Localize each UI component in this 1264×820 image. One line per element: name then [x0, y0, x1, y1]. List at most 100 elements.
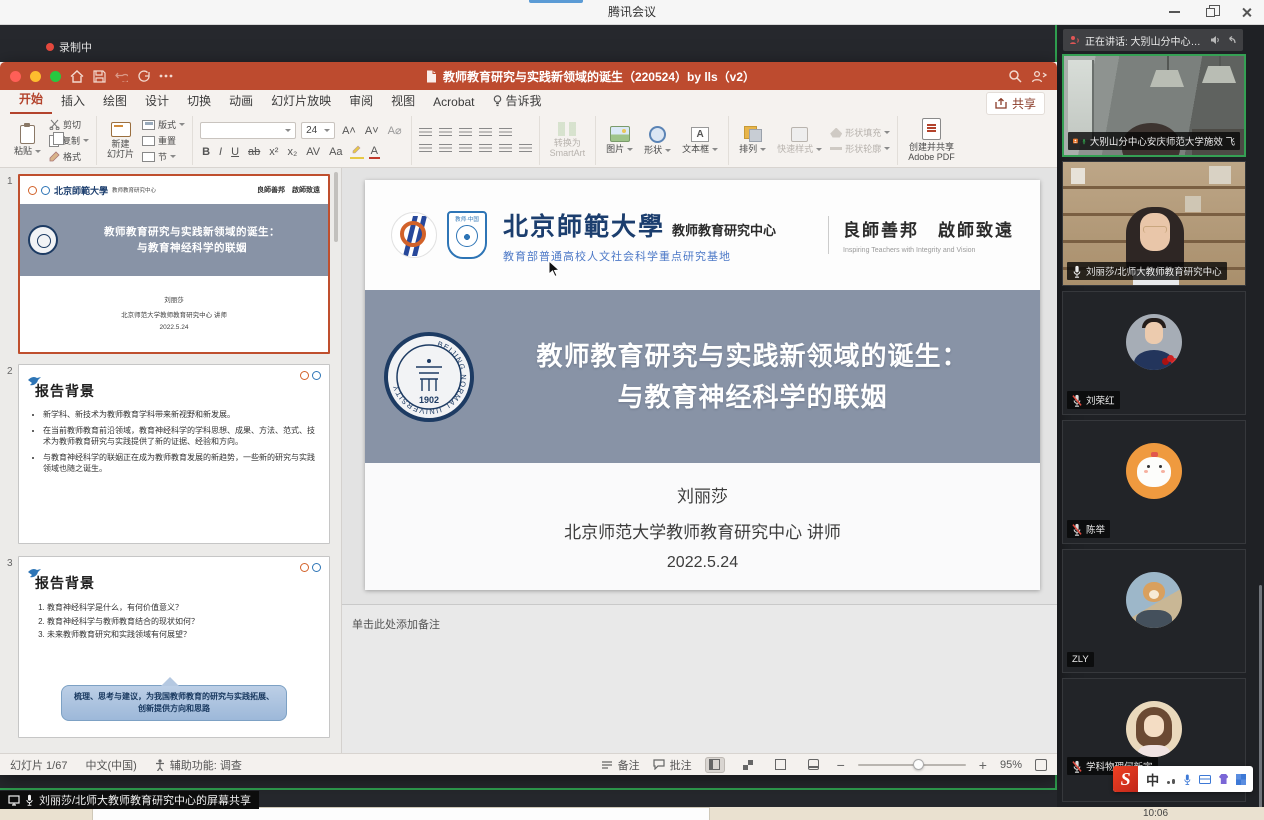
thumbnail-scrollbar[interactable] [334, 172, 338, 242]
font-color-button[interactable]: A [369, 145, 380, 159]
video-tile-participant-1[interactable]: 大别山分中心安庆师范大学施效 飞 [1062, 54, 1246, 157]
tab-transitions[interactable]: 切换 [178, 89, 220, 114]
tab-draw[interactable]: 绘图 [94, 89, 136, 114]
justify-icon[interactable] [479, 144, 492, 154]
ime-punctuation-icon[interactable] [1167, 774, 1175, 784]
ime-mode-toggle[interactable]: 中 [1146, 770, 1159, 789]
fit-slide-button[interactable] [1035, 759, 1047, 771]
search-icon[interactable] [1008, 69, 1022, 83]
char-spacing-button[interactable]: AV [304, 146, 322, 158]
share-button[interactable]: 共享 [986, 92, 1045, 115]
ime-toolbar[interactable]: S 中 [1113, 766, 1253, 792]
create-pdf-button[interactable]: 创建并共享Adobe PDF [905, 118, 958, 163]
underline-button[interactable]: U [229, 146, 241, 158]
thumbnail-slide-3[interactable]: 报告背景 教育神经科学是什么，有何价值意义？ 教育神经科学与教师教育结合的现状如… [18, 556, 330, 738]
tab-design[interactable]: 设计 [136, 89, 178, 114]
language-indicator[interactable]: 中文(中国) [85, 757, 136, 773]
video-tile-participant-2[interactable]: 刘丽莎/北师大教师教育研究中心 [1062, 161, 1246, 286]
normal-view-button[interactable] [705, 757, 725, 773]
align-right-icon[interactable] [459, 144, 472, 154]
undo-icon[interactable] [115, 70, 128, 82]
home-icon[interactable] [70, 70, 84, 83]
shape-fill-button[interactable]: 形状填充 [830, 126, 890, 139]
skin-icon[interactable] [1219, 774, 1229, 784]
layout-button[interactable]: 版式 [142, 118, 185, 131]
line-spacing-icon[interactable] [499, 128, 512, 138]
slide-sorter-view-button[interactable] [738, 757, 758, 773]
sidebar-scrollbar[interactable] [1259, 585, 1262, 820]
section-button[interactable]: 节 [142, 150, 185, 163]
volume-icon[interactable] [1210, 35, 1221, 45]
text-direction-icon[interactable] [519, 144, 532, 154]
convert-smartart-button[interactable]: 转换为SmartArt [547, 122, 589, 159]
picture-button[interactable]: 图片 [603, 126, 636, 155]
zoom-out-button[interactable]: − [837, 758, 845, 772]
zoom-level[interactable]: 95% [1000, 759, 1022, 771]
mac-close-icon[interactable] [10, 71, 21, 82]
restore-icon[interactable] [1206, 8, 1215, 17]
video-tile-participant-5[interactable]: ZLY [1062, 549, 1246, 673]
thumbnail-slide-1[interactable]: 北京師範大學 教师教育研究中心 良師善邦 啟師致遠 教师教育研究与实践新领域的诞… [18, 174, 330, 354]
save-icon[interactable] [93, 70, 106, 83]
comments-toggle[interactable]: 批注 [653, 757, 692, 773]
tab-slideshow[interactable]: 幻灯片放映 [262, 89, 340, 114]
align-left-icon[interactable] [419, 144, 432, 154]
strikethrough-button[interactable]: ab [246, 146, 262, 158]
accessibility-status[interactable]: 辅助功能: 调查 [155, 757, 242, 773]
cut-button[interactable]: 剪切 [49, 118, 89, 131]
italic-button[interactable]: I [217, 146, 224, 158]
mac-minimize-icon[interactable] [30, 71, 41, 82]
copy-button[interactable]: 复制 [49, 134, 89, 147]
share-user-icon[interactable] [1031, 70, 1047, 83]
font-name-select[interactable] [200, 122, 296, 139]
columns-icon[interactable] [499, 144, 512, 154]
grow-font-button[interactable]: A˄ [340, 125, 358, 137]
video-tile-participant-3[interactable]: 刘荣红 [1062, 291, 1246, 415]
collapse-arrow-icon[interactable] [1226, 35, 1237, 45]
change-case-button[interactable]: Aa [327, 146, 344, 158]
tab-animations[interactable]: 动画 [220, 89, 262, 114]
notes-toggle[interactable]: 备注 [601, 757, 640, 773]
minimize-icon[interactable] [1169, 11, 1180, 13]
ppt-titlebar[interactable]: 教师教育研究与实践新领域的诞生（220524）by lls（v2） [0, 62, 1057, 90]
voice-input-icon[interactable] [1183, 773, 1192, 786]
notes-placeholder[interactable]: 单击此处添加备注 [352, 616, 440, 632]
slide-canvas[interactable]: 教师·中国 北京師範大學 教师教育研究中心 教育部普通高校人文社会科学重点研究基… [365, 180, 1040, 590]
arrange-button[interactable]: 排列 [736, 126, 769, 155]
zoom-slider[interactable] [858, 764, 966, 766]
tell-me-button[interactable]: 告诉我 [484, 89, 551, 114]
quick-styles-button[interactable]: 快速样式 [774, 127, 825, 155]
new-slide-button[interactable]: 新建幻灯片 [104, 122, 137, 160]
shapes-button[interactable]: 形状 [641, 126, 674, 156]
soft-keyboard-icon[interactable] [1199, 775, 1211, 784]
video-tile-participant-4[interactable]: 陈举 [1062, 420, 1246, 544]
tab-review[interactable]: 审阅 [340, 89, 382, 114]
textbox-button[interactable]: A 文本框 [679, 127, 721, 155]
bold-button[interactable]: B [200, 146, 212, 158]
subscript-button[interactable]: x₂ [285, 146, 299, 158]
highlight-button[interactable] [350, 144, 364, 159]
tab-insert[interactable]: 插入 [52, 89, 94, 114]
reading-view-button[interactable] [771, 757, 791, 773]
zoom-slider-knob[interactable] [913, 759, 924, 770]
font-size-select[interactable]: 24 [301, 122, 335, 139]
tab-acrobat[interactable]: Acrobat [424, 92, 483, 114]
shrink-font-button[interactable]: A˅ [363, 125, 381, 137]
more-icon[interactable] [159, 74, 173, 78]
close-icon[interactable] [1241, 7, 1252, 18]
redo-icon[interactable] [137, 70, 150, 83]
indent-decrease-icon[interactable] [459, 128, 472, 138]
sogou-logo-icon[interactable]: S [1113, 766, 1138, 792]
format-painter-button[interactable]: 格式 [49, 150, 89, 163]
slideshow-button[interactable] [804, 757, 824, 773]
reset-button[interactable]: 重置 [142, 134, 185, 147]
thumbnail-slide-2[interactable]: 报告背景 新学科、新技术为教师教育学科带来新视野和新发展。 在当前教师教育前沿领… [18, 364, 330, 544]
superscript-button[interactable]: x² [267, 146, 280, 158]
align-center-icon[interactable] [439, 144, 452, 154]
paste-button[interactable]: 粘贴 [11, 125, 44, 157]
zoom-in-button[interactable]: + [979, 758, 987, 772]
speaking-banner[interactable]: 正在讲话: 大别山分中心安... [1063, 29, 1243, 51]
numbering-icon[interactable] [439, 128, 452, 138]
tab-home[interactable]: 开始 [10, 87, 52, 114]
notes-pane[interactable]: 单击此处添加备注 [342, 604, 1057, 753]
